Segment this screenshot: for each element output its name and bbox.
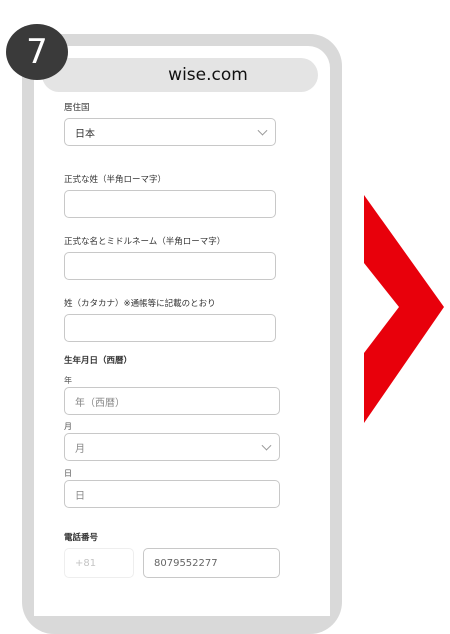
step-number: 7 bbox=[26, 32, 48, 72]
phone-country-code-value: +81 bbox=[75, 557, 97, 569]
last-name-kana-input[interactable] bbox=[64, 314, 276, 342]
phone-number-input[interactable]: 8079552277 bbox=[143, 548, 280, 578]
dob-year-input[interactable]: 年（西暦） bbox=[64, 387, 280, 415]
address-bar[interactable]: wise.com bbox=[42, 58, 318, 92]
country-value: 日本 bbox=[75, 128, 95, 140]
phone-label: 電話番号 bbox=[64, 533, 99, 543]
dob-month-label: 月 bbox=[64, 422, 72, 431]
dob-year-label: 年 bbox=[64, 376, 72, 385]
phone-number-value: 8079552277 bbox=[154, 557, 218, 569]
url-text: wise.com bbox=[168, 65, 248, 85]
dob-day-label: 日 bbox=[64, 469, 72, 478]
dob-month-value: 月 bbox=[75, 443, 85, 455]
country-label: 居住国 bbox=[64, 103, 90, 113]
step-badge: 7 bbox=[6, 24, 68, 80]
dob-day-input[interactable]: 日 bbox=[64, 480, 280, 508]
first-middle-name-label: 正式な名とミドルネーム（半角ローマ字） bbox=[64, 237, 226, 247]
dob-month-select[interactable]: 月 bbox=[64, 433, 280, 461]
phone-country-code[interactable]: +81 bbox=[64, 548, 134, 578]
dob-day-placeholder: 日 bbox=[75, 490, 85, 502]
chevron-down-icon bbox=[261, 440, 272, 451]
last-name-input[interactable] bbox=[64, 190, 276, 218]
dob-year-placeholder: 年（西暦） bbox=[75, 397, 125, 409]
dob-label: 生年月日（西暦） bbox=[64, 356, 133, 366]
last-name-label: 正式な姓（半角ローマ字） bbox=[64, 175, 167, 185]
country-select[interactable]: 日本 bbox=[64, 118, 276, 146]
first-middle-name-input[interactable] bbox=[64, 252, 276, 280]
chevron-right-arrow-icon bbox=[364, 195, 444, 423]
last-name-kana-label: 姓（カタカナ）※通帳等に記載のとおり bbox=[64, 299, 216, 309]
chevron-down-icon bbox=[257, 125, 268, 136]
